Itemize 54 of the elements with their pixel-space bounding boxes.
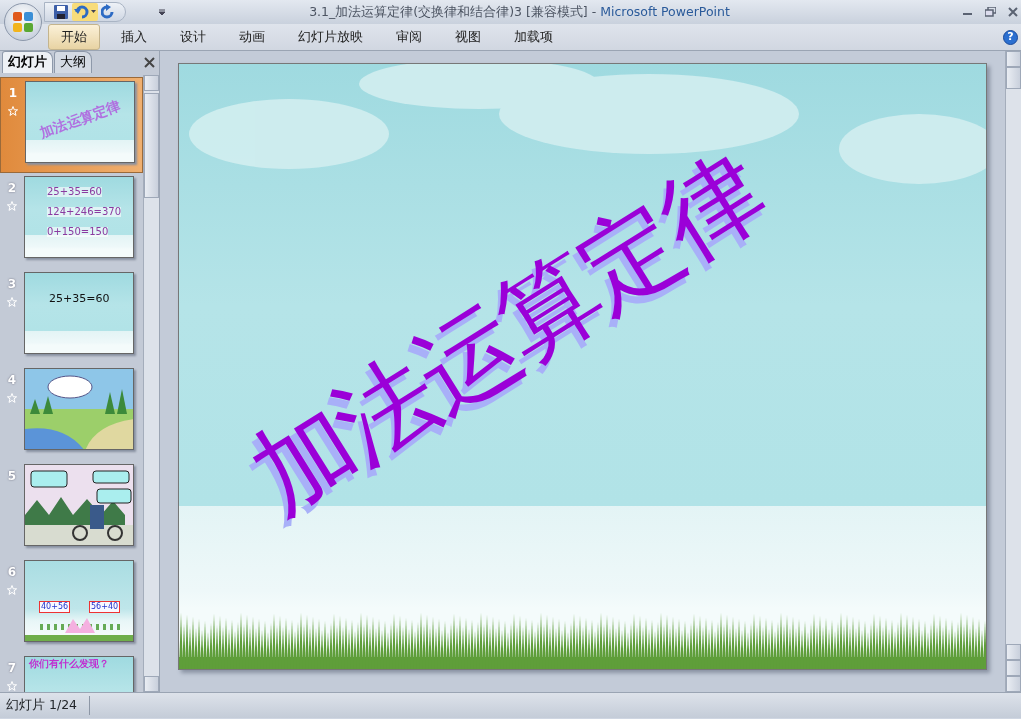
panel-tab[interactable]: 大纲 [54, 51, 92, 73]
equation-text: 0+150=150 [47, 226, 109, 237]
equation-text: 25+35=60 [49, 292, 110, 304]
scroll-thumb[interactable] [1006, 67, 1021, 89]
ribbon-tab[interactable]: 设计 [168, 24, 218, 50]
slide-number: 3 [7, 275, 17, 293]
ribbon-tab[interactable]: 加载项 [502, 24, 565, 50]
slide-title: 加法运算定律 [236, 139, 778, 529]
slide-number: 6 [7, 563, 17, 581]
slide-thumbnail[interactable]: 25+35=60 [24, 271, 134, 354]
customize-icon[interactable] [158, 8, 166, 16]
scrollbar[interactable] [1005, 51, 1021, 692]
ribbon-tab[interactable]: 审阅 [384, 24, 434, 50]
previous-slide-button[interactable] [1006, 660, 1021, 676]
slide-thumbnail[interactable] [24, 367, 134, 450]
ribbon-tab[interactable]: 动画 [227, 24, 277, 50]
scrollbar[interactable] [143, 74, 159, 692]
equation-text: 124+246=370 [47, 206, 122, 217]
equation-text: 25+35=60 [47, 186, 102, 197]
scroll-down-button[interactable] [144, 676, 159, 692]
document-title: 3.1_加法运算定律(交换律和结合律)3 [兼容模式] [309, 3, 588, 19]
help-button[interactable]: ? [1003, 29, 1018, 45]
slide-number: 5 [7, 467, 17, 485]
expression-text: 56+40 [89, 600, 121, 613]
next-slide-button[interactable] [1006, 676, 1021, 692]
ribbon-tab[interactable]: 插入 [109, 24, 159, 50]
slide-thumbnail[interactable]: 40+56 56+40 [24, 559, 134, 642]
slide-number: 4 [7, 371, 17, 389]
close-icon[interactable] [144, 56, 155, 68]
slide-number: 7 [7, 659, 17, 677]
app-title: Microsoft PowerPoint [600, 3, 730, 19]
title-separator: - [590, 3, 598, 19]
slide-heading: 你们有什么发现？ [29, 658, 109, 669]
slide-thumbnail[interactable] [24, 463, 134, 546]
ribbon-tab[interactable]: 视图 [443, 24, 493, 50]
slide-thumbnail[interactable]: 25+35=60 124+246=370 0+150=150 [24, 175, 134, 258]
scroll-up-button[interactable] [144, 74, 159, 91]
undo-icon[interactable] [72, 3, 98, 21]
slide-number: 2 [7, 179, 17, 197]
panel-tab[interactable]: 幻灯片 [2, 51, 53, 73]
slide-number: 1 [8, 84, 18, 102]
slide-title: 加法运算定律 [38, 97, 122, 140]
expression-text: 40+56 [39, 600, 71, 613]
office-button[interactable] [4, 3, 42, 41]
scroll-up-button[interactable] [1006, 51, 1021, 67]
scroll-down-button[interactable] [1006, 644, 1021, 660]
restore-icon[interactable] [985, 7, 996, 17]
ribbon-tab[interactable]: 开始 [48, 23, 100, 51]
close-icon[interactable] [1008, 7, 1018, 17]
ribbon-tab[interactable]: 幻灯片放映 [286, 24, 375, 50]
scroll-thumb[interactable] [144, 92, 159, 198]
logo-icon [12, 11, 34, 33]
save-icon[interactable] [53, 4, 69, 20]
slide-counter: 幻灯片 1/24 [0, 696, 91, 715]
